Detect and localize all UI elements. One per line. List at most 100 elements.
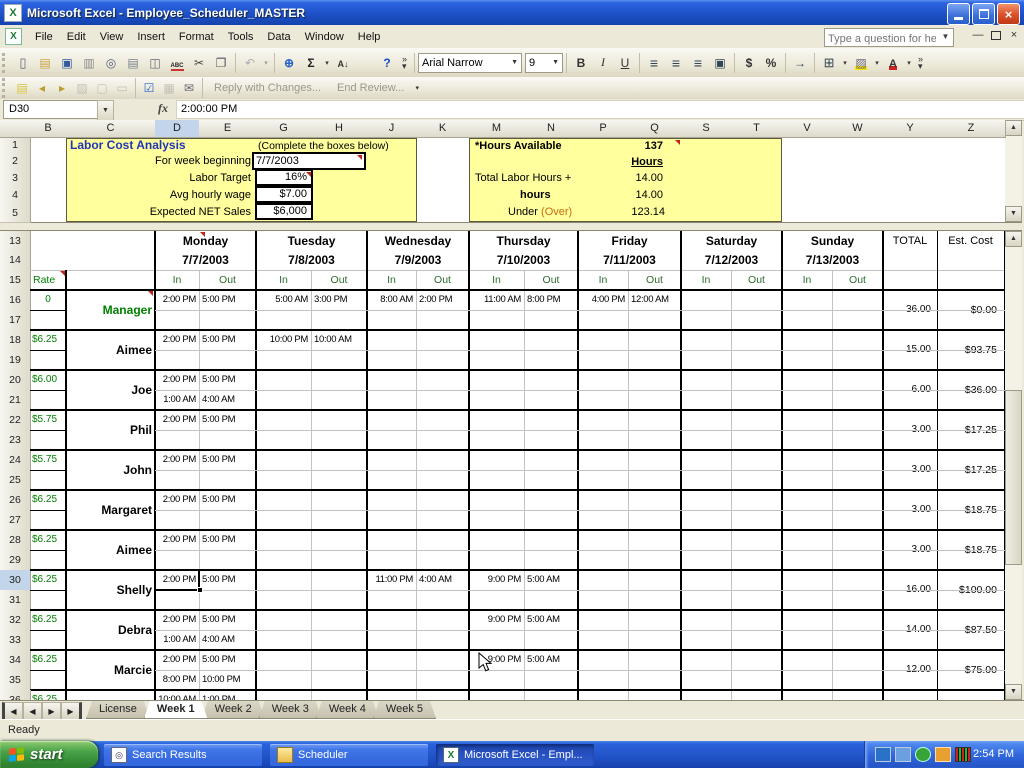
row-header-21[interactable]: 21: [0, 390, 31, 411]
time-cell-out[interactable]: 2:00 PM: [419, 290, 469, 310]
print-preview-button[interactable]: [144, 52, 166, 74]
shield-icon[interactable]: [915, 747, 931, 762]
window-restore-icon[interactable]: [990, 29, 1002, 41]
row-header-25[interactable]: 25: [0, 470, 31, 491]
day-header-sunday[interactable]: Sunday: [782, 231, 883, 251]
help-button[interactable]: [376, 52, 398, 74]
in-header[interactable]: In: [578, 270, 628, 290]
tab-license[interactable]: License: [86, 701, 150, 719]
row-header-30[interactable]: 30: [0, 570, 31, 591]
window-minimize-icon[interactable]: —: [972, 29, 984, 41]
time-cell-in[interactable]: 1:00 AM: [155, 390, 196, 410]
row-header-22[interactable]: 22: [0, 410, 31, 431]
total-labor-hours-label[interactable]: Total Labor Hours +: [475, 171, 571, 186]
row-header-29[interactable]: 29: [0, 550, 31, 571]
in-header[interactable]: In: [155, 270, 199, 290]
align-right-button[interactable]: [687, 52, 709, 74]
checkbox-button[interactable]: [139, 79, 159, 97]
chevron-down-icon[interactable]: ▾: [322, 52, 332, 74]
time-cell-out[interactable]: 10:00 AM: [314, 330, 367, 350]
time-cell-out[interactable]: 3:00 PM: [314, 290, 367, 310]
net-sales-label[interactable]: Expected NET Sales: [100, 204, 251, 220]
labor-target-label[interactable]: Labor Target: [100, 170, 251, 186]
row-header-36[interactable]: 36: [0, 690, 31, 700]
column-header-H[interactable]: H: [311, 120, 368, 138]
employee-name[interactable]: John: [66, 450, 152, 490]
scroll-thumb[interactable]: [1005, 390, 1022, 565]
undo-button[interactable]: [239, 52, 261, 74]
in-header[interactable]: In: [782, 270, 832, 290]
total-header[interactable]: TOTAL: [883, 231, 937, 251]
avg-wage-label[interactable]: Avg hourly wage: [100, 187, 251, 203]
top-scroll-track[interactable]: [1005, 136, 1022, 206]
column-header-S[interactable]: S: [681, 120, 732, 138]
column-header-K[interactable]: K: [416, 120, 470, 138]
new-button[interactable]: [12, 52, 34, 74]
next-sheet-icon[interactable]: ▶: [42, 702, 61, 720]
scroll-up-icon[interactable]: ▲: [1005, 120, 1022, 136]
reply-with-changes-button[interactable]: Reply with Changes...: [206, 82, 329, 94]
column-header-W[interactable]: W: [832, 120, 884, 138]
day-header-thursday[interactable]: Thursday: [469, 231, 578, 251]
column-header-Z[interactable]: Z: [937, 120, 1006, 138]
time-cell-in[interactable]: 10:00 AM: [155, 690, 196, 700]
menu-format[interactable]: Format: [172, 27, 221, 47]
tab-week-5[interactable]: Week 5: [373, 701, 436, 719]
row-header-34[interactable]: 34: [0, 650, 31, 671]
time-cell-out[interactable]: 4:00 AM: [419, 570, 469, 590]
out-header[interactable]: Out: [832, 270, 883, 290]
merge-center-button[interactable]: [709, 52, 731, 74]
end-review-button[interactable]: End Review...: [329, 82, 412, 94]
toolbar-grip[interactable]: [2, 78, 8, 98]
hours-value[interactable]: 14.00: [560, 188, 663, 203]
time-cell-in[interactable]: 2:00 PM: [155, 330, 196, 350]
row-header-1[interactable]: 1: [0, 138, 31, 154]
time-cell-out[interactable]: 5:00 AM: [527, 610, 578, 630]
time-cell-out[interactable]: 12:00 AM: [631, 290, 681, 310]
time-cell-in[interactable]: 8:00 PM: [155, 670, 196, 690]
row-header-16[interactable]: 16: [0, 290, 31, 311]
time-cell-out[interactable]: 1:00 PM: [202, 690, 253, 700]
row-header-5[interactable]: 5: [0, 204, 31, 223]
question-box[interactable]: ▼: [824, 28, 954, 47]
row-header-18[interactable]: 18: [0, 330, 31, 351]
day-header-friday[interactable]: Friday: [578, 231, 681, 251]
day-header-saturday[interactable]: Saturday: [681, 231, 782, 251]
rate-cell[interactable]: $6.25: [30, 570, 68, 590]
chevron-down-icon[interactable]: ▾: [840, 52, 850, 74]
time-cell-in[interactable]: 8:00 AM: [367, 290, 413, 310]
out-header[interactable]: Out: [731, 270, 782, 290]
row-header-23[interactable]: 23: [0, 430, 31, 451]
cost-header[interactable]: Est. Cost: [937, 231, 1004, 251]
time-cell-in[interactable]: 1:00 AM: [155, 630, 196, 650]
task-button-1[interactable]: Search Results: [104, 744, 262, 766]
time-cell-in[interactable]: 2:00 PM: [155, 410, 196, 430]
open-button[interactable]: [34, 52, 56, 74]
out-header[interactable]: Out: [311, 270, 367, 290]
volume-icon[interactable]: [955, 747, 971, 762]
permission-button[interactable]: [78, 52, 100, 74]
window-close-icon[interactable]: ×: [1008, 29, 1020, 41]
column-header-Q[interactable]: Q: [628, 120, 682, 138]
row-header-19[interactable]: 19: [0, 350, 31, 371]
date-header-sunday[interactable]: 7/13/2003: [782, 250, 883, 270]
time-cell-in[interactable]: 2:00 PM: [155, 290, 196, 310]
next-comment-button[interactable]: [52, 79, 72, 97]
time-cell-out[interactable]: 4:00 AM: [202, 630, 256, 650]
rate-cell[interactable]: $6.25: [30, 490, 68, 510]
date-header-monday[interactable]: 7/7/2003: [155, 250, 256, 270]
tab-week-3[interactable]: Week 3: [259, 701, 322, 719]
menu-view[interactable]: View: [93, 27, 131, 47]
time-cell-in[interactable]: 11:00 PM: [367, 570, 413, 590]
rate-cell[interactable]: $5.75: [30, 450, 68, 470]
comment-button[interactable]: [12, 79, 32, 97]
time-cell-out[interactable]: 5:00 PM: [202, 530, 256, 550]
underline-button[interactable]: [614, 52, 636, 74]
sort-ascending-button[interactable]: [332, 52, 354, 74]
column-header-P[interactable]: P: [578, 120, 629, 138]
picture-button[interactable]: [159, 79, 179, 97]
time-cell-out[interactable]: 5:00 PM: [202, 450, 256, 470]
spelling-button[interactable]: [166, 52, 188, 74]
scroll-down-icon[interactable]: ▼: [1005, 206, 1022, 222]
chevron-down-icon[interactable]: ▾: [412, 77, 422, 99]
